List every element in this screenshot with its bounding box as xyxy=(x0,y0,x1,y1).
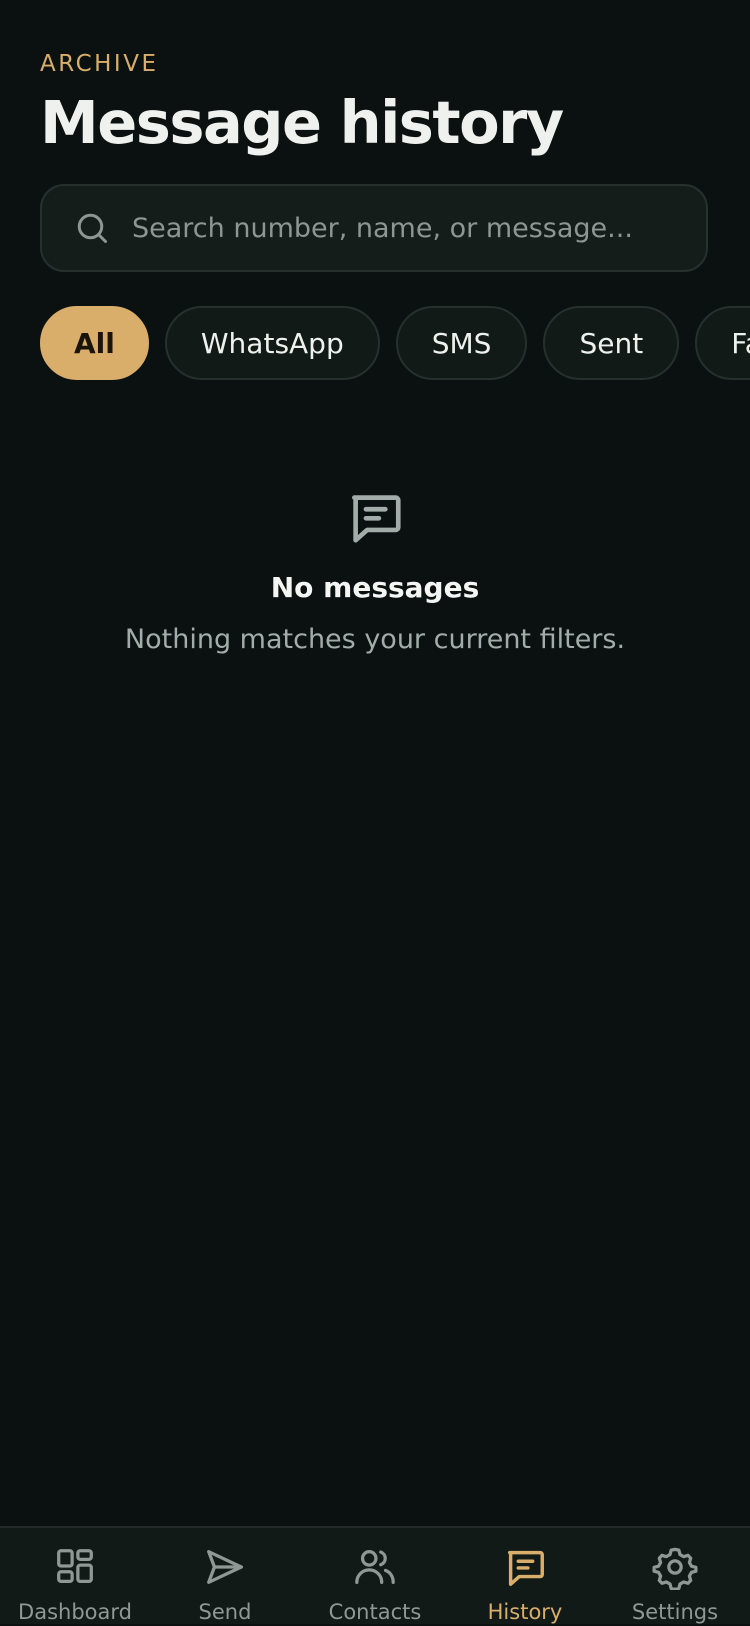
message-icon xyxy=(502,1544,548,1590)
nav-item-send[interactable]: Send xyxy=(150,1528,300,1624)
nav-label-settings: Settings xyxy=(631,1600,719,1624)
filter-chips: All WhatsApp SMS Sent Failed xyxy=(40,306,750,380)
search-input[interactable] xyxy=(132,208,706,248)
search-bar[interactable] xyxy=(40,184,708,272)
nav-item-dashboard[interactable]: Dashboard xyxy=(0,1528,150,1624)
nav-label-dashboard: Dashboard xyxy=(18,1600,132,1624)
nav-item-contacts[interactable]: Contacts xyxy=(300,1528,450,1624)
nav-item-settings[interactable]: Settings xyxy=(600,1528,750,1624)
empty-state: No messages Nothing matches your current… xyxy=(0,486,750,658)
filter-chip-failed[interactable]: Failed xyxy=(695,306,750,380)
nav-label-history: History xyxy=(487,1600,563,1624)
nav-label-contacts: Contacts xyxy=(328,1600,422,1624)
gear-icon xyxy=(652,1544,698,1590)
empty-state-subtitle: Nothing matches your current filters. xyxy=(124,624,626,655)
page-title: Message history xyxy=(40,88,564,157)
filter-chip-all[interactable]: All xyxy=(40,306,149,380)
search-icon xyxy=(74,210,110,246)
filter-chip-whatsapp[interactable]: WhatsApp xyxy=(164,306,380,380)
nav-item-history[interactable]: History xyxy=(450,1528,600,1624)
dashboard-icon xyxy=(52,1544,98,1590)
section-eyebrow: ARCHIVE xyxy=(40,51,159,77)
send-icon xyxy=(202,1544,248,1590)
message-icon xyxy=(344,486,406,548)
empty-state-title: No messages xyxy=(270,571,480,604)
nav-label-send: Send xyxy=(198,1600,252,1624)
contacts-icon xyxy=(352,1544,398,1590)
filter-chip-sent[interactable]: Sent xyxy=(543,306,680,380)
bottom-nav: Dashboard Send Contacts History Settings xyxy=(0,1526,750,1624)
page-header: ARCHIVE Message history xyxy=(40,48,564,158)
filter-chip-sms[interactable]: SMS xyxy=(395,306,528,380)
